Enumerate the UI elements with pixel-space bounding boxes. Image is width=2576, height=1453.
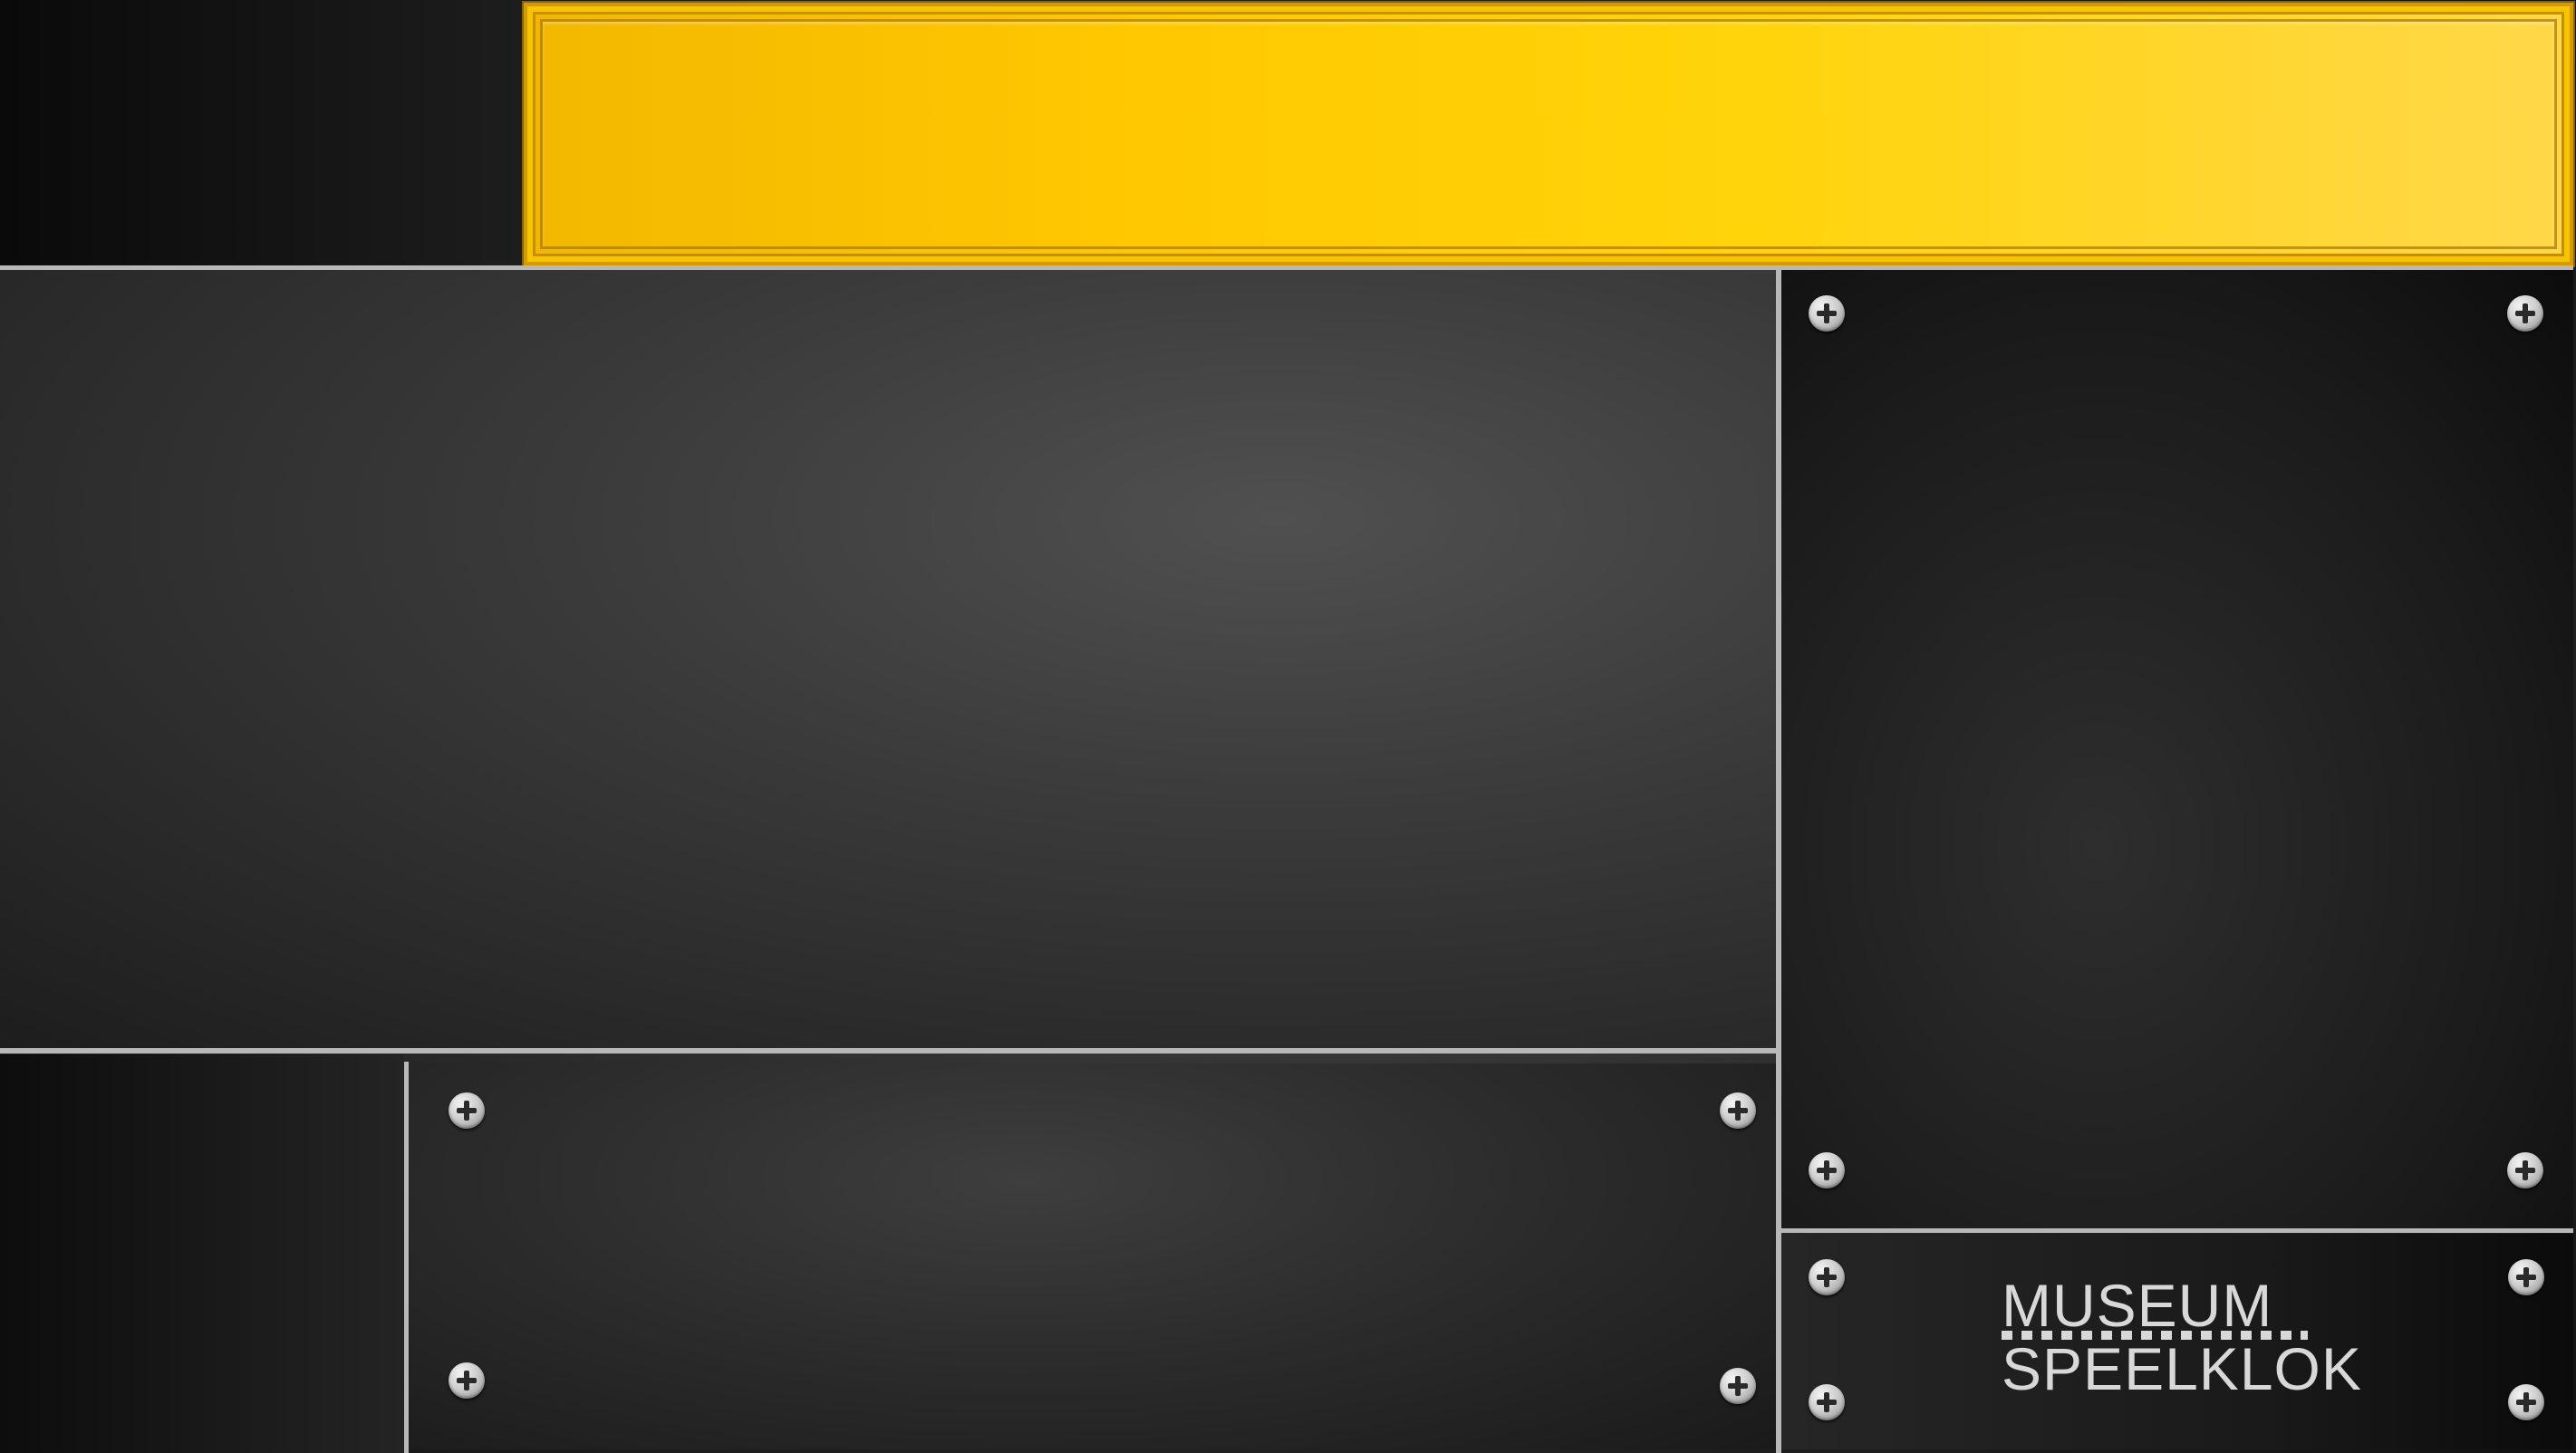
divider-vertical-right [1776, 270, 1781, 1453]
bottom-left-panel [0, 1054, 404, 1453]
screw-icon [1720, 1368, 1756, 1404]
divider-horizontal-middle [0, 1048, 1776, 1054]
screw-icon [2508, 1259, 2544, 1295]
screw-icon [449, 1092, 485, 1129]
screw-icon [1809, 295, 1845, 332]
divider-horizontal-top [0, 265, 2573, 270]
right-side-panel [1781, 270, 2573, 1228]
screw-icon [2508, 1384, 2544, 1420]
divider-horizontal-right [1781, 1228, 2573, 1233]
screw-icon [1720, 1092, 1756, 1129]
museum-speelklok-logo: MUSEUM SPEELKLOK [1998, 1275, 2388, 1402]
screw-icon [2507, 295, 2543, 332]
logo-line-speelklok: SPEELKLOK [2002, 1335, 2362, 1402]
title-banner [524, 3, 2573, 265]
divider-vertical-bottom-left [404, 1062, 409, 1453]
bottom-info-panel [410, 1063, 1776, 1449]
game-screen: MUSEUM SPEELKLOK [0, 0, 2576, 1453]
main-display-panel [0, 270, 1776, 1049]
screw-icon [1809, 1152, 1845, 1188]
screw-icon [2507, 1152, 2543, 1188]
screw-icon [449, 1362, 485, 1399]
logo-line-museum: MUSEUM [2002, 1272, 2273, 1339]
corner-panel [0, 0, 524, 267]
screw-icon [1809, 1259, 1845, 1295]
screw-icon [1809, 1384, 1845, 1420]
